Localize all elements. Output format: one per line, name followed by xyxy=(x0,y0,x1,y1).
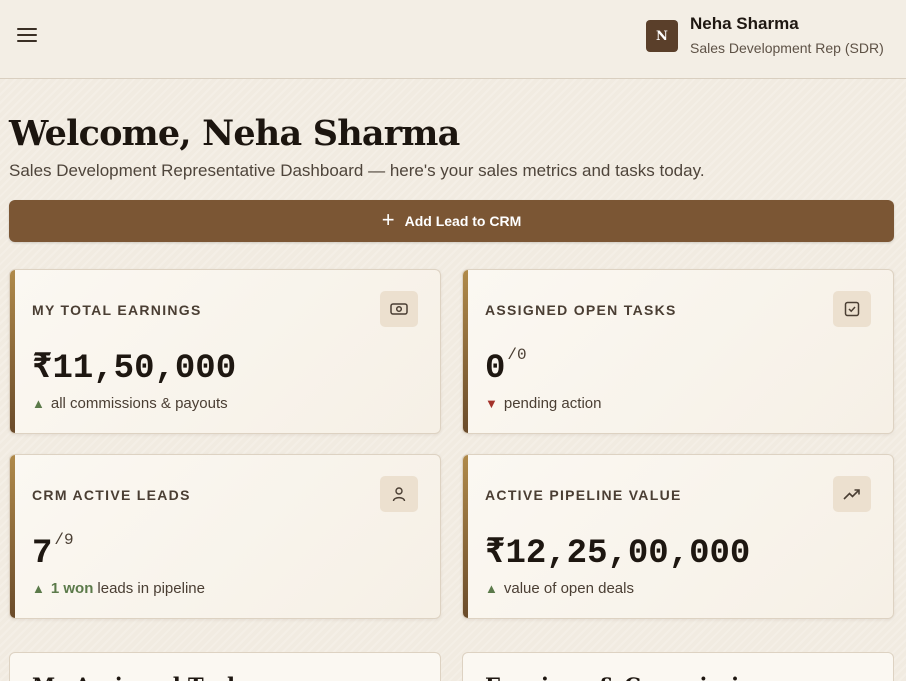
user-role: Sales Development Rep (SDR) xyxy=(690,40,884,56)
card-value: ₹12,25,00,000 xyxy=(485,535,751,573)
top-header: N Neha Sharma Sales Development Rep (SDR… xyxy=(0,0,906,79)
card-label: ASSIGNED OPEN TASKS xyxy=(485,302,677,318)
section-title: My Assigned Tasks xyxy=(32,673,253,681)
card-label: ACTIVE PIPELINE VALUE xyxy=(485,487,682,503)
card-value: ₹11,50,000 xyxy=(32,350,237,388)
tasks-section: My Assigned Tasks xyxy=(9,652,441,681)
page-subtitle: Sales Development Representative Dashboa… xyxy=(9,161,705,180)
open-tasks-card: ASSIGNED OPEN TASKS 0/0 ▼ pending action xyxy=(462,269,894,434)
page-title: Welcome, Neha Sharma xyxy=(9,113,460,154)
add-lead-button[interactable]: + Add Lead to CRM xyxy=(9,200,894,242)
trending-up-icon xyxy=(833,476,871,512)
card-value: 7/9 xyxy=(32,531,74,573)
user-name: Neha Sharma xyxy=(690,14,799,33)
card-label: CRM ACTIVE LEADS xyxy=(32,487,191,503)
card-footnote: ▲ value of open deals xyxy=(485,580,634,597)
trend-up-icon: ▲ xyxy=(485,581,498,596)
card-footnote: ▼ pending action xyxy=(485,395,602,412)
earnings-section: Earnings & Commissions xyxy=(462,652,894,681)
trend-up-icon: ▲ xyxy=(32,396,45,411)
trend-down-icon: ▼ xyxy=(485,396,498,411)
checkbox-icon xyxy=(833,291,871,327)
add-lead-label: Add Lead to CRM xyxy=(404,213,522,229)
user-icon xyxy=(380,476,418,512)
card-footnote: ▲ 1 won leads in pipeline xyxy=(32,580,205,597)
card-footnote: ▲ all commissions & payouts xyxy=(32,395,228,412)
money-icon xyxy=(380,291,418,327)
earnings-card: MY TOTAL EARNINGS ₹11,50,000 ▲ all commis… xyxy=(9,269,441,434)
won-count: 1 won xyxy=(50,580,94,597)
hamburger-menu-icon[interactable] xyxy=(17,28,37,44)
avatar[interactable]: N xyxy=(646,20,678,52)
trend-up-icon: ▲ xyxy=(32,581,45,596)
pipeline-value-card: ACTIVE PIPELINE VALUE ₹12,25,00,000 ▲ val… xyxy=(462,454,894,619)
plus-icon: + xyxy=(381,207,395,232)
active-leads-card: CRM ACTIVE LEADS 7/9 ▲ 1 won leads in pipe… xyxy=(9,454,441,619)
section-title: Earnings & Commissions xyxy=(485,673,780,681)
card-label: MY TOTAL EARNINGS xyxy=(32,302,202,318)
card-value: 0/0 xyxy=(485,346,527,388)
